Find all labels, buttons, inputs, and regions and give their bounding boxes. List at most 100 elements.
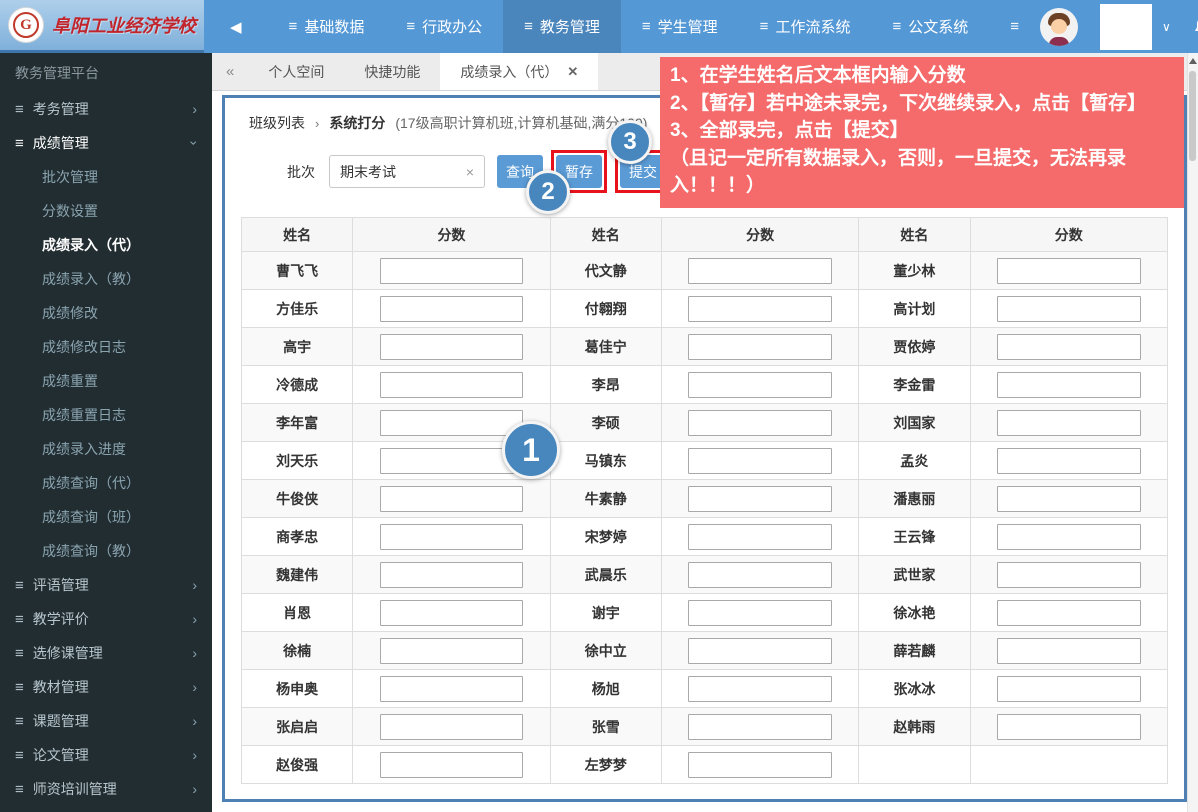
score-input[interactable]	[997, 410, 1141, 436]
score-input[interactable]	[380, 296, 524, 322]
breadcrumb-class-list-link[interactable]: 班级列表	[249, 113, 305, 133]
sidebar-submenu-item[interactable]: 成绩查询（班）	[0, 500, 212, 534]
score-input[interactable]	[688, 638, 832, 664]
score-input[interactable]	[997, 258, 1141, 284]
score-input[interactable]	[380, 372, 524, 398]
score-input[interactable]	[380, 676, 524, 702]
tab[interactable]: 快捷功能	[344, 53, 440, 90]
score-input[interactable]	[688, 296, 832, 322]
sidebar-item[interactable]: ≡选修课管理›	[0, 636, 212, 670]
sidebar-item[interactable]: ≡教学评价›	[0, 602, 212, 636]
top-menu-item[interactable]: ≡教务管理	[503, 0, 621, 53]
table-row: 赵俊强左梦梦	[242, 746, 1168, 784]
score-input[interactable]	[997, 676, 1141, 702]
score-cell	[970, 632, 1167, 670]
user-name-box[interactable]	[1100, 4, 1152, 50]
sidebar-item[interactable]: ≡课题管理›	[0, 704, 212, 738]
user-avatar[interactable]	[1040, 8, 1078, 46]
sidebar-submenu-item[interactable]: 成绩修改	[0, 296, 212, 330]
score-input[interactable]	[997, 372, 1141, 398]
sidebar-submenu-item[interactable]: 成绩录入（代）	[0, 228, 212, 262]
score-input[interactable]	[688, 372, 832, 398]
score-input[interactable]	[688, 448, 832, 474]
score-input[interactable]	[688, 410, 832, 436]
table-row: 商孝忠宋梦婷王云锋	[242, 518, 1168, 556]
student-name-cell: 杨申奥	[242, 670, 353, 708]
batch-select[interactable]: 期末考试 ×	[329, 155, 485, 188]
top-menu-item[interactable]: ≡行政办公	[385, 0, 503, 53]
tab-label: 个人空间	[268, 62, 324, 82]
score-input[interactable]	[380, 486, 524, 512]
sidebar-item[interactable]: ≡成绩管理›	[0, 126, 212, 160]
sidebar-item[interactable]: ≡评语管理›	[0, 568, 212, 602]
batch-label: 批次	[287, 162, 315, 182]
chevron-icon: ›	[192, 101, 197, 117]
table-row: 张启启张雪赵韩雨	[242, 708, 1168, 746]
score-input[interactable]	[688, 562, 832, 588]
top-menu-item[interactable]: ≡学生管理	[621, 0, 739, 53]
score-input[interactable]	[997, 334, 1141, 360]
score-cell	[661, 252, 858, 290]
score-input[interactable]	[997, 448, 1141, 474]
score-input[interactable]	[688, 752, 832, 778]
collapse-sidebar-button[interactable]: ◀	[204, 0, 268, 53]
scroll-up-arrow-icon[interactable]	[1189, 58, 1197, 64]
sidebar-item[interactable]: ≡论文管理›	[0, 738, 212, 772]
score-input[interactable]	[380, 334, 524, 360]
sidebar-submenu-item[interactable]: 成绩录入（教）	[0, 262, 212, 296]
score-input[interactable]	[380, 410, 524, 436]
score-cell	[661, 442, 858, 480]
sidebar-submenu-item[interactable]: 成绩修改日志	[0, 330, 212, 364]
clear-icon[interactable]: ×	[466, 164, 474, 180]
sidebar-item[interactable]: ≡考务管理›	[0, 92, 212, 126]
top-menu-item[interactable]: ≡工作流系统	[739, 0, 872, 53]
score-input[interactable]	[688, 524, 832, 550]
score-input[interactable]	[380, 638, 524, 664]
sidebar-item[interactable]: ≡教材管理›	[0, 670, 212, 704]
score-input[interactable]	[380, 524, 524, 550]
sidebar-submenu-item[interactable]: 成绩查询（代）	[0, 466, 212, 500]
score-input[interactable]	[688, 258, 832, 284]
sidebar-submenu-item[interactable]: 批次管理	[0, 160, 212, 194]
more-menu-button[interactable]: ≡	[989, 0, 1040, 53]
score-input[interactable]	[688, 486, 832, 512]
score-input[interactable]	[997, 638, 1141, 664]
tab[interactable]: 成绩录入（代）✕	[440, 53, 598, 90]
sidebar-submenu-item[interactable]: 成绩重置日志	[0, 398, 212, 432]
score-input[interactable]	[688, 676, 832, 702]
score-input[interactable]	[380, 752, 524, 778]
score-input[interactable]	[380, 562, 524, 588]
score-input[interactable]	[380, 714, 524, 740]
vertical-scrollbar[interactable]	[1187, 53, 1198, 812]
step-1-marker: 1	[502, 421, 560, 479]
score-input[interactable]	[997, 600, 1141, 626]
score-input[interactable]	[997, 714, 1141, 740]
top-menu-item[interactable]: ≡公文系统	[871, 0, 989, 53]
score-input[interactable]	[997, 296, 1141, 322]
score-input[interactable]	[688, 714, 832, 740]
sidebar-submenu-item[interactable]: 成绩重置	[0, 364, 212, 398]
close-icon[interactable]: ✕	[567, 64, 578, 80]
sidebar-item-label: 评语管理	[33, 575, 89, 595]
scrollbar-thumb[interactable]	[1189, 71, 1196, 161]
sidebar-submenu-item[interactable]: 成绩查询（教）	[0, 534, 212, 568]
score-input[interactable]	[688, 600, 832, 626]
hamburger-icon: ≡	[15, 645, 24, 662]
student-name-cell: 孟炎	[859, 442, 970, 480]
score-cell	[661, 328, 858, 366]
notifications-button[interactable]	[1193, 17, 1198, 36]
sidebar-submenu-item[interactable]: 成绩录入进度	[0, 432, 212, 466]
sidebar-item-label: 课题管理	[33, 711, 89, 731]
top-menu-item[interactable]: ≡基础数据	[268, 0, 386, 53]
score-input[interactable]	[688, 334, 832, 360]
tab[interactable]: 个人空间	[248, 53, 344, 90]
score-input[interactable]	[380, 258, 524, 284]
chevron-down-icon[interactable]: ∨	[1162, 20, 1171, 34]
sidebar-item[interactable]: ≡师资培训管理›	[0, 772, 212, 806]
score-input[interactable]	[380, 600, 524, 626]
tabs-scroll-left-icon[interactable]: «	[212, 53, 248, 90]
sidebar-submenu-item[interactable]: 分数设置	[0, 194, 212, 228]
score-input[interactable]	[997, 524, 1141, 550]
score-input[interactable]	[997, 486, 1141, 512]
score-input[interactable]	[997, 562, 1141, 588]
